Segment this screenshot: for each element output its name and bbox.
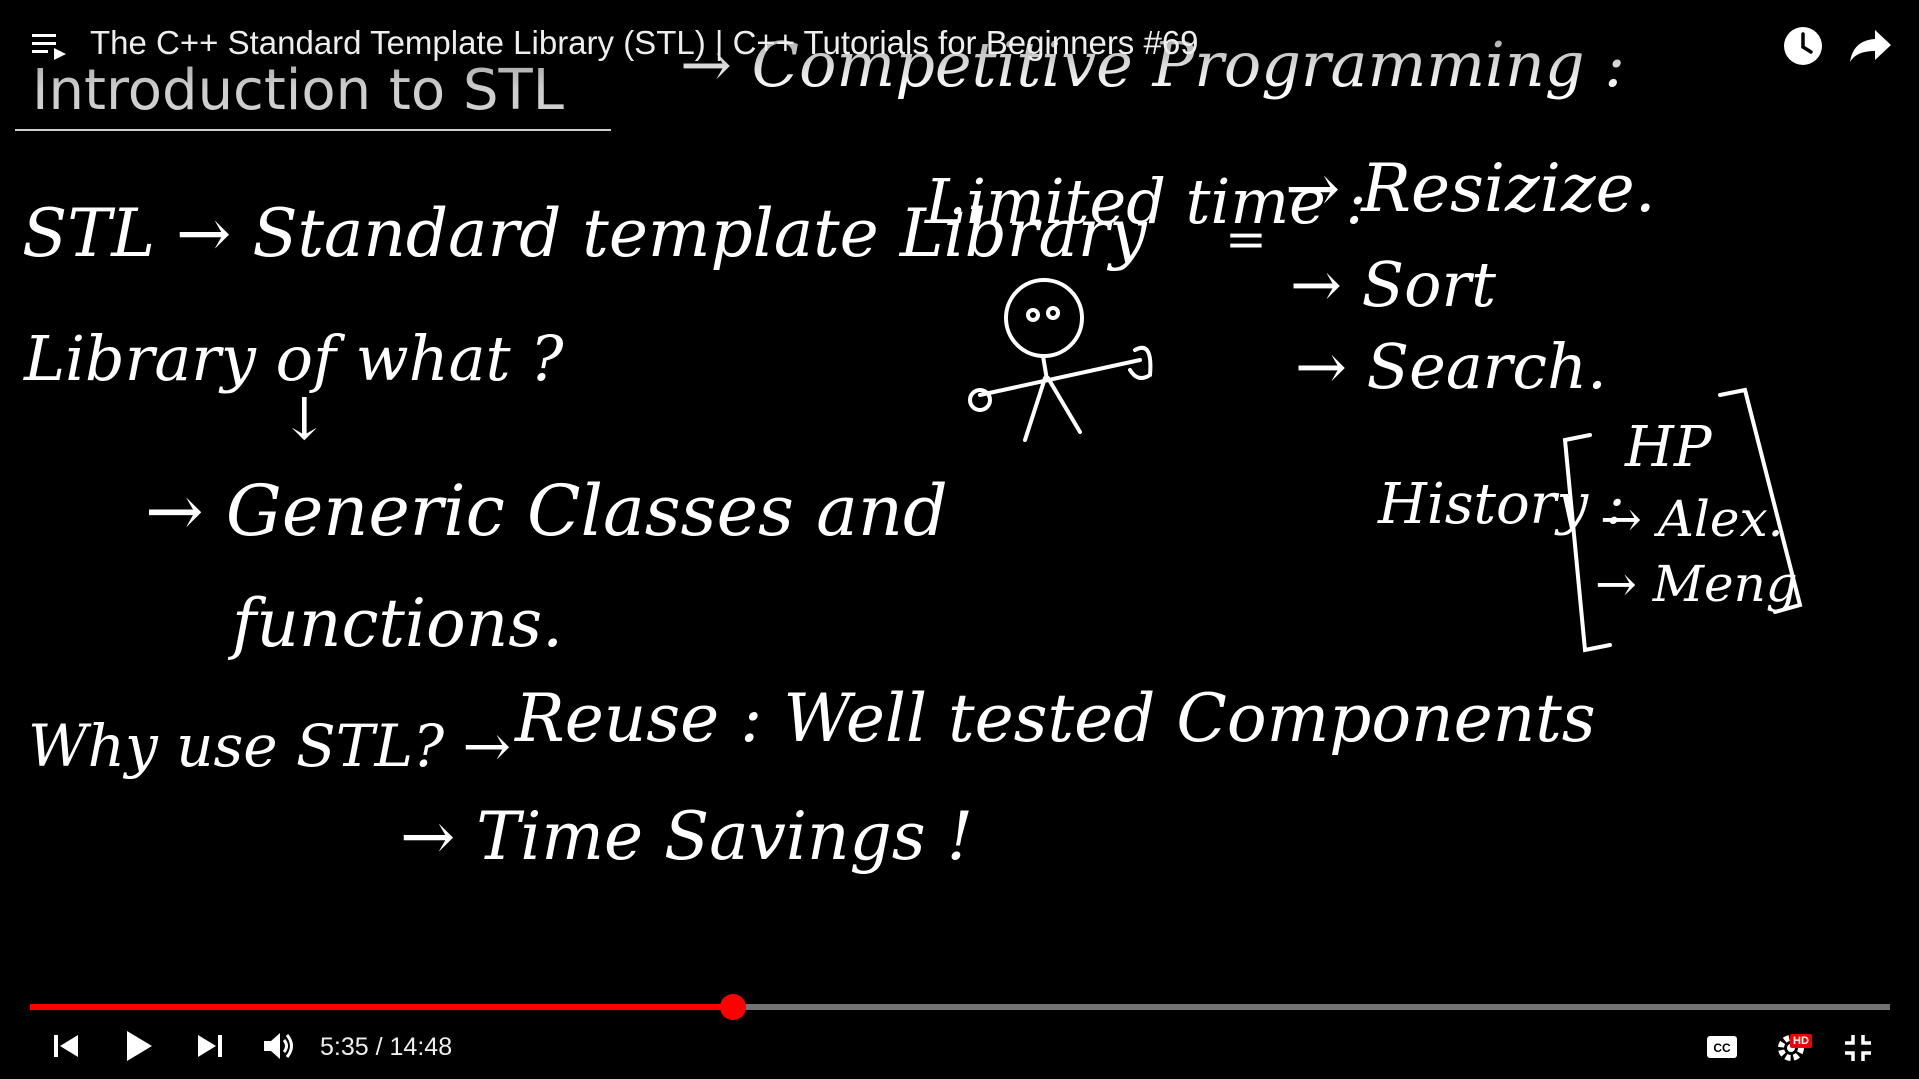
progress-bar[interactable] — [30, 994, 1890, 1020]
stick-figure-head — [1004, 278, 1084, 358]
progress-played — [30, 1004, 734, 1010]
time-total: 14:48 — [389, 1033, 453, 1061]
closed-captions-icon[interactable]: CC — [1706, 1035, 1738, 1059]
left-bracket — [1562, 433, 1612, 653]
clock-icon[interactable] — [1782, 25, 1824, 67]
playlist-icon[interactable] — [32, 30, 68, 62]
video-title[interactable]: The C++ Standard Template Library (STL) … — [90, 24, 1199, 62]
skip-next-icon[interactable] — [196, 1032, 224, 1060]
exit-fullscreen-icon[interactable] — [1843, 1033, 1873, 1063]
time-display: 5:35 / 14:48 — [320, 1033, 452, 1062]
video-frame[interactable]: Introduction to STL → Competitive Progra… — [0, 0, 1919, 1079]
player-controls: CC — [0, 1020, 1919, 1079]
share-arrow-icon[interactable] — [1849, 28, 1893, 64]
time-separator: / — [375, 1033, 383, 1061]
volume-icon[interactable] — [262, 1030, 296, 1062]
time-current: 5:35 — [320, 1033, 369, 1061]
play-icon[interactable] — [124, 1029, 154, 1063]
hand-drawings — [968, 278, 1803, 653]
progress-scrubber[interactable] — [720, 994, 747, 1020]
hd-badge: HD — [1790, 1034, 1812, 1048]
skip-previous-icon[interactable] — [52, 1032, 80, 1060]
right-bracket — [1718, 387, 1803, 614]
top-bar: The C++ Standard Template Library (STL) … — [0, 0, 1919, 90]
svg-text:CC: CC — [1713, 1041, 1731, 1055]
